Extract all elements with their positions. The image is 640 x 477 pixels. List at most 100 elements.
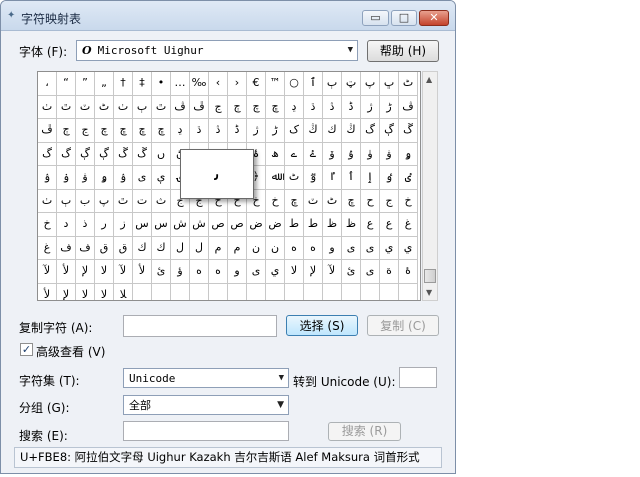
character-cell[interactable]: ژ	[361, 95, 380, 119]
copy-button[interactable]: 复制 (C)	[367, 315, 439, 336]
character-cell[interactable]: ى	[361, 260, 380, 284]
character-cell[interactable]: ق	[95, 236, 114, 260]
character-cell[interactable]: ع	[361, 213, 380, 237]
character-cell[interactable]: ص	[228, 213, 247, 237]
character-cell[interactable]: ط	[304, 213, 323, 237]
character-cell[interactable]: ب	[76, 189, 95, 213]
character-set-select[interactable]: Unicode ▼	[123, 368, 289, 388]
character-cell[interactable]: ڍ	[171, 119, 190, 143]
character-cell[interactable]: ھ	[266, 142, 285, 166]
character-cell[interactable]: ر	[95, 213, 114, 237]
character-cell[interactable]	[399, 283, 418, 300]
character-cell[interactable]: ،	[38, 72, 57, 96]
group-by-select[interactable]: 全部 ▼	[123, 395, 289, 415]
character-cell[interactable]: ذ	[76, 213, 95, 237]
character-cell[interactable]: ث	[152, 189, 171, 213]
character-cell[interactable]: ۏ	[57, 166, 76, 190]
character-cell[interactable]: ۋ	[76, 166, 95, 190]
character-cell[interactable]	[266, 283, 285, 300]
character-cell[interactable]: ڄ	[228, 95, 247, 119]
character-cell[interactable]: ڍ	[285, 95, 304, 119]
character-cell[interactable]: ئ	[152, 260, 171, 284]
character-cell[interactable]: ڑ	[380, 95, 399, 119]
character-cell[interactable]: ٻ	[133, 95, 152, 119]
character-cell[interactable]	[209, 283, 228, 300]
character-cell[interactable]: م	[209, 236, 228, 260]
character-cell[interactable]: ڱ	[399, 119, 418, 143]
character-cell[interactable]: ٳ	[361, 166, 380, 190]
character-cell[interactable]: ٱ	[304, 72, 323, 96]
character-cell[interactable]: غ	[38, 236, 57, 260]
search-input[interactable]	[123, 421, 289, 441]
character-cell[interactable]: ڄ	[57, 119, 76, 143]
scroll-up-icon[interactable]: ▲	[426, 75, 432, 84]
character-cell[interactable]: خ	[38, 213, 57, 237]
character-cell[interactable]: …	[171, 72, 190, 96]
character-cell[interactable]: ٻ	[323, 72, 342, 96]
character-cell[interactable]: ڑ	[266, 119, 285, 143]
help-button[interactable]: 帮助 (H)	[367, 40, 439, 62]
character-cell[interactable]: ڇ	[114, 119, 133, 143]
character-cell[interactable]: ڤ	[171, 95, 190, 119]
character-cell[interactable]: ى	[247, 260, 266, 284]
character-cell[interactable]: و	[323, 236, 342, 260]
close-button[interactable]: ✕	[419, 10, 449, 26]
character-cell[interactable]: ش	[190, 213, 209, 237]
scroll-down-icon[interactable]: ▼	[426, 288, 432, 297]
character-cell[interactable]: ض	[247, 213, 266, 237]
character-cell[interactable]: ل	[190, 236, 209, 260]
character-cell[interactable]: ه	[190, 260, 209, 284]
character-cell[interactable]: ڭ	[342, 119, 361, 143]
character-cell[interactable]: ل	[171, 236, 190, 260]
character-cell[interactable]: ڃ	[76, 119, 95, 143]
character-cell[interactable]: و	[228, 260, 247, 284]
character-cell[interactable]: ڳ	[95, 142, 114, 166]
grid-scrollbar[interactable]: ▲ ▼	[422, 71, 438, 301]
character-cell[interactable]: ك	[152, 236, 171, 260]
character-cell[interactable]: س	[133, 213, 152, 237]
character-cell[interactable]: ے	[285, 142, 304, 166]
character-cell[interactable]: م	[228, 236, 247, 260]
goto-unicode-input[interactable]	[399, 367, 437, 388]
character-cell[interactable]: ٵ	[323, 166, 342, 190]
character-cell[interactable]: ٹ	[95, 95, 114, 119]
character-cell[interactable]: ی	[133, 166, 152, 190]
character-cell[interactable]: ں	[152, 142, 171, 166]
character-cell[interactable]: د	[57, 213, 76, 237]
character-cell[interactable]: †	[114, 72, 133, 96]
character-cell[interactable]: ‹	[209, 72, 228, 96]
character-cell[interactable]: ڇ	[266, 95, 285, 119]
character-cell[interactable]	[152, 283, 171, 300]
title-bar[interactable]: ✦ 字符映射表 ▭ □ ✕	[1, 1, 455, 31]
character-cell[interactable]: ‡	[133, 72, 152, 96]
maximize-button[interactable]: □	[391, 10, 417, 26]
character-cell[interactable]: ۅ	[95, 166, 114, 190]
character-cell[interactable]	[228, 283, 247, 300]
character-cell[interactable]: ه	[304, 236, 323, 260]
character-cell[interactable]: لا	[95, 260, 114, 284]
character-cell[interactable]: ظ	[342, 213, 361, 237]
character-cell[interactable]: ﻼ	[114, 283, 133, 300]
character-cell[interactable]: ٿ	[57, 95, 76, 119]
advanced-view-label[interactable]: 高级查看 (V)	[36, 343, 105, 360]
character-cell[interactable]: ن	[266, 236, 285, 260]
character-cell[interactable]	[304, 283, 323, 300]
character-cell[interactable]: ›	[228, 72, 247, 96]
character-cell[interactable]: ڃ	[209, 95, 228, 119]
character-cell[interactable]: ﷲ	[266, 166, 285, 190]
character-cell[interactable]: لآ	[38, 260, 57, 284]
character-cell[interactable]: ک	[285, 119, 304, 143]
character-cell[interactable]: ۆ	[323, 142, 342, 166]
character-cell[interactable]: ڱ	[133, 142, 152, 166]
character-cell[interactable]: چ	[247, 95, 266, 119]
character-cell[interactable]: لآ	[323, 260, 342, 284]
character-cell[interactable]: ن	[247, 236, 266, 260]
character-cell[interactable]: ه	[209, 260, 228, 284]
character-cell[interactable]: ٲ	[342, 166, 361, 190]
character-cell[interactable]: خ	[266, 189, 285, 213]
character-cell[interactable]: ص	[209, 213, 228, 237]
character-cell[interactable]: ڇ	[152, 119, 171, 143]
character-cell[interactable]: •	[152, 72, 171, 96]
character-cell[interactable]: ؤ	[171, 260, 190, 284]
character-cell[interactable]: „	[95, 72, 114, 96]
